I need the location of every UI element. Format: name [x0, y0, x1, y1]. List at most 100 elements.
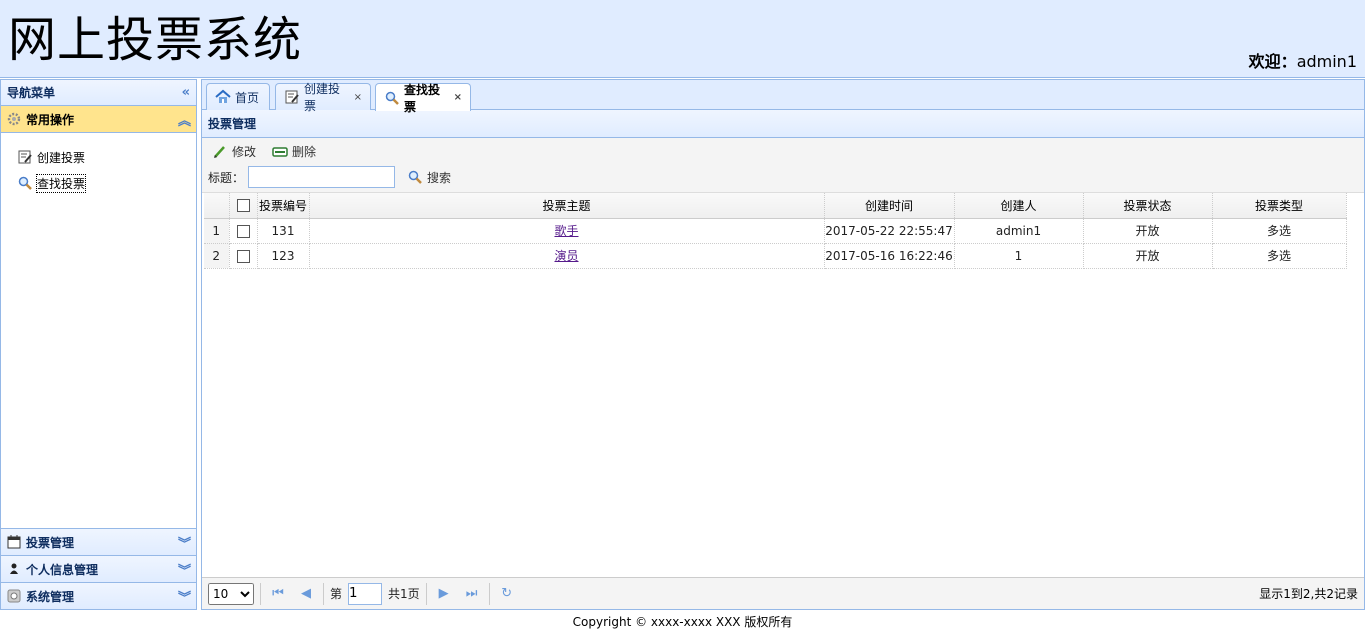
nav-panel: 导航菜单 « 常用操作 ︽ 创建投票 查找投票 投票管理 ︾ 个人信息管理 ︾ … — [0, 79, 197, 610]
vote-topic-link[interactable]: 演员 — [554, 249, 578, 263]
nav-panel-title: 导航菜单 — [7, 86, 56, 100]
type-cell: 多选 — [1212, 218, 1347, 244]
table-header-row: 投票编号 投票主题 创建时间 创建人 投票状态 投票类型 — [204, 193, 1347, 219]
table-row[interactable]: 2 123 演员 2017-05-16 16:22:46 1 开放 多选 — [204, 243, 1347, 269]
user-icon — [6, 561, 22, 577]
nav-panel-header: 导航菜单 « — [1, 80, 196, 106]
divider — [260, 582, 261, 605]
edit-button[interactable]: 修改 — [212, 143, 256, 160]
welcome-label: 欢迎： — [1248, 52, 1297, 71]
gear-icon — [6, 111, 22, 127]
chevron-down-icon[interactable]: ︾ — [178, 587, 191, 606]
row-checkbox[interactable] — [236, 249, 250, 263]
row-number: 2 — [204, 243, 230, 269]
search-icon — [407, 169, 423, 185]
nav-create-vote[interactable]: 创建投票 — [17, 147, 196, 167]
tab-home[interactable]: 首页 — [206, 83, 270, 110]
next-page-icon[interactable]: ▶ — [433, 586, 455, 601]
refresh-icon[interactable]: ↻ — [496, 586, 518, 601]
column-header[interactable]: 创建时间 — [824, 193, 955, 219]
tab-create-vote[interactable]: 创建投票 × — [275, 82, 371, 113]
close-icon[interactable]: × — [354, 92, 362, 103]
select-all-checkbox[interactable] — [236, 199, 250, 213]
row-checkbox[interactable] — [236, 224, 250, 238]
section-label: 常用操作 — [26, 112, 75, 127]
app-header: 网上投票系统 欢迎：admin1 — [0, 0, 1365, 78]
column-header[interactable]: 投票类型 — [1212, 193, 1347, 219]
page-total: 共1页 — [388, 587, 420, 601]
row-select-cell — [229, 218, 258, 244]
section-vote-management[interactable]: 投票管理 ︾ — [1, 528, 196, 555]
home-icon — [215, 89, 231, 105]
edit-button-label: 修改 — [232, 145, 257, 159]
row-number: 1 — [204, 218, 230, 244]
create-time-cell: 2017-05-22 22:55:47 — [824, 218, 955, 244]
divider — [488, 582, 490, 605]
vote-topic-link[interactable]: 歌手 — [554, 224, 578, 238]
pencil-icon — [212, 144, 228, 160]
page-size-select[interactable]: 10 — [208, 582, 254, 605]
vote-id-cell: 131 — [257, 218, 310, 244]
title-search-input[interactable] — [248, 166, 396, 188]
divider — [323, 582, 324, 605]
section-system[interactable]: 系统管理 ︾ — [1, 582, 196, 609]
chevron-down-icon[interactable]: ︾ — [178, 560, 191, 579]
column-header[interactable]: 投票编号 — [257, 193, 310, 219]
vote-id-cell: 123 — [257, 243, 310, 269]
section-label: 系统管理 — [26, 589, 75, 604]
search-button[interactable]: 搜索 — [407, 169, 451, 186]
section-label: 个人信息管理 — [26, 562, 99, 577]
column-header[interactable]: 创建人 — [954, 193, 1084, 219]
search-icon — [17, 175, 33, 191]
search-title-label: 标题： — [208, 170, 245, 185]
search-button-label: 搜索 — [427, 170, 452, 185]
page-prefix: 第 — [330, 587, 343, 601]
tab-bar: 首页 创建投票 × 查找投票 × — [202, 80, 1364, 114]
settings-icon — [6, 588, 22, 604]
search-row: 标题： 搜索 — [208, 166, 451, 188]
minus-icon — [272, 144, 288, 160]
calendar-icon — [6, 534, 22, 550]
chevron-up-icon[interactable]: ︽ — [178, 110, 191, 129]
status-cell: 开放 — [1083, 218, 1213, 244]
vote-topic-cell: 歌手 — [309, 218, 825, 244]
section-common-ops[interactable]: 常用操作 ︽ — [1, 106, 196, 133]
create-time-cell: 2017-05-16 16:22:46 — [824, 243, 955, 269]
section-profile[interactable]: 个人信息管理 ︾ — [1, 555, 196, 582]
type-cell: 多选 — [1212, 243, 1347, 269]
vote-table: 投票编号 投票主题 创建时间 创建人 投票状态 投票类型 1 131 歌手 20… — [204, 193, 1347, 269]
vote-topic-cell: 演员 — [309, 243, 825, 269]
edit-note-icon — [284, 89, 300, 105]
main-panel: 首页 创建投票 × 查找投票 × 投票管理 修改 删除 标题： 搜索 投票编号 … — [201, 79, 1365, 610]
tab-find-vote[interactable]: 查找投票 × — [375, 83, 471, 114]
pagination-bar: 10 ⏮ ◀ 第 共1页 ▶ ⏭ ↻ 显示1到2,共2记录 — [202, 577, 1364, 609]
edit-note-icon — [17, 149, 33, 165]
column-header[interactable]: 投票状态 — [1083, 193, 1213, 219]
first-page-icon[interactable]: ⏮ — [267, 586, 289, 601]
delete-button-label: 删除 — [292, 145, 317, 159]
column-header[interactable]: 投票主题 — [309, 193, 825, 219]
creator-cell: 1 — [954, 243, 1084, 269]
nav-find-vote-label: 查找投票 — [35, 173, 87, 193]
nav-find-vote[interactable]: 查找投票 — [17, 173, 196, 193]
chevron-down-icon[interactable]: ︾ — [178, 533, 191, 552]
footer-copyright: Copyright © xxxx-xxxx XXX 版权所有 — [572, 615, 793, 629]
close-icon[interactable]: × — [454, 92, 462, 103]
grid-toolbar: 修改 删除 标题： 搜索 — [202, 138, 1364, 193]
tab-home-label: 首页 — [235, 90, 260, 105]
divider — [425, 582, 427, 605]
tab-create-vote-label: 创建投票 — [304, 82, 341, 113]
prev-page-icon[interactable]: ◀ — [295, 586, 317, 601]
rownum-header — [204, 193, 230, 219]
search-icon — [384, 90, 400, 106]
page-number-input[interactable] — [348, 582, 383, 605]
row-select-cell — [229, 243, 258, 269]
table-row[interactable]: 1 131 歌手 2017-05-22 22:55:47 admin1 开放 多… — [204, 218, 1347, 244]
grid-title: 投票管理 — [202, 110, 1364, 138]
username: admin1 — [1296, 52, 1357, 71]
last-page-icon[interactable]: ⏭ — [461, 586, 483, 601]
section-label: 投票管理 — [26, 535, 75, 550]
welcome-text: 欢迎：admin1 — [1249, 48, 1357, 72]
delete-button[interactable]: 删除 — [272, 143, 316, 160]
collapse-left-icon[interactable]: « — [182, 85, 190, 100]
